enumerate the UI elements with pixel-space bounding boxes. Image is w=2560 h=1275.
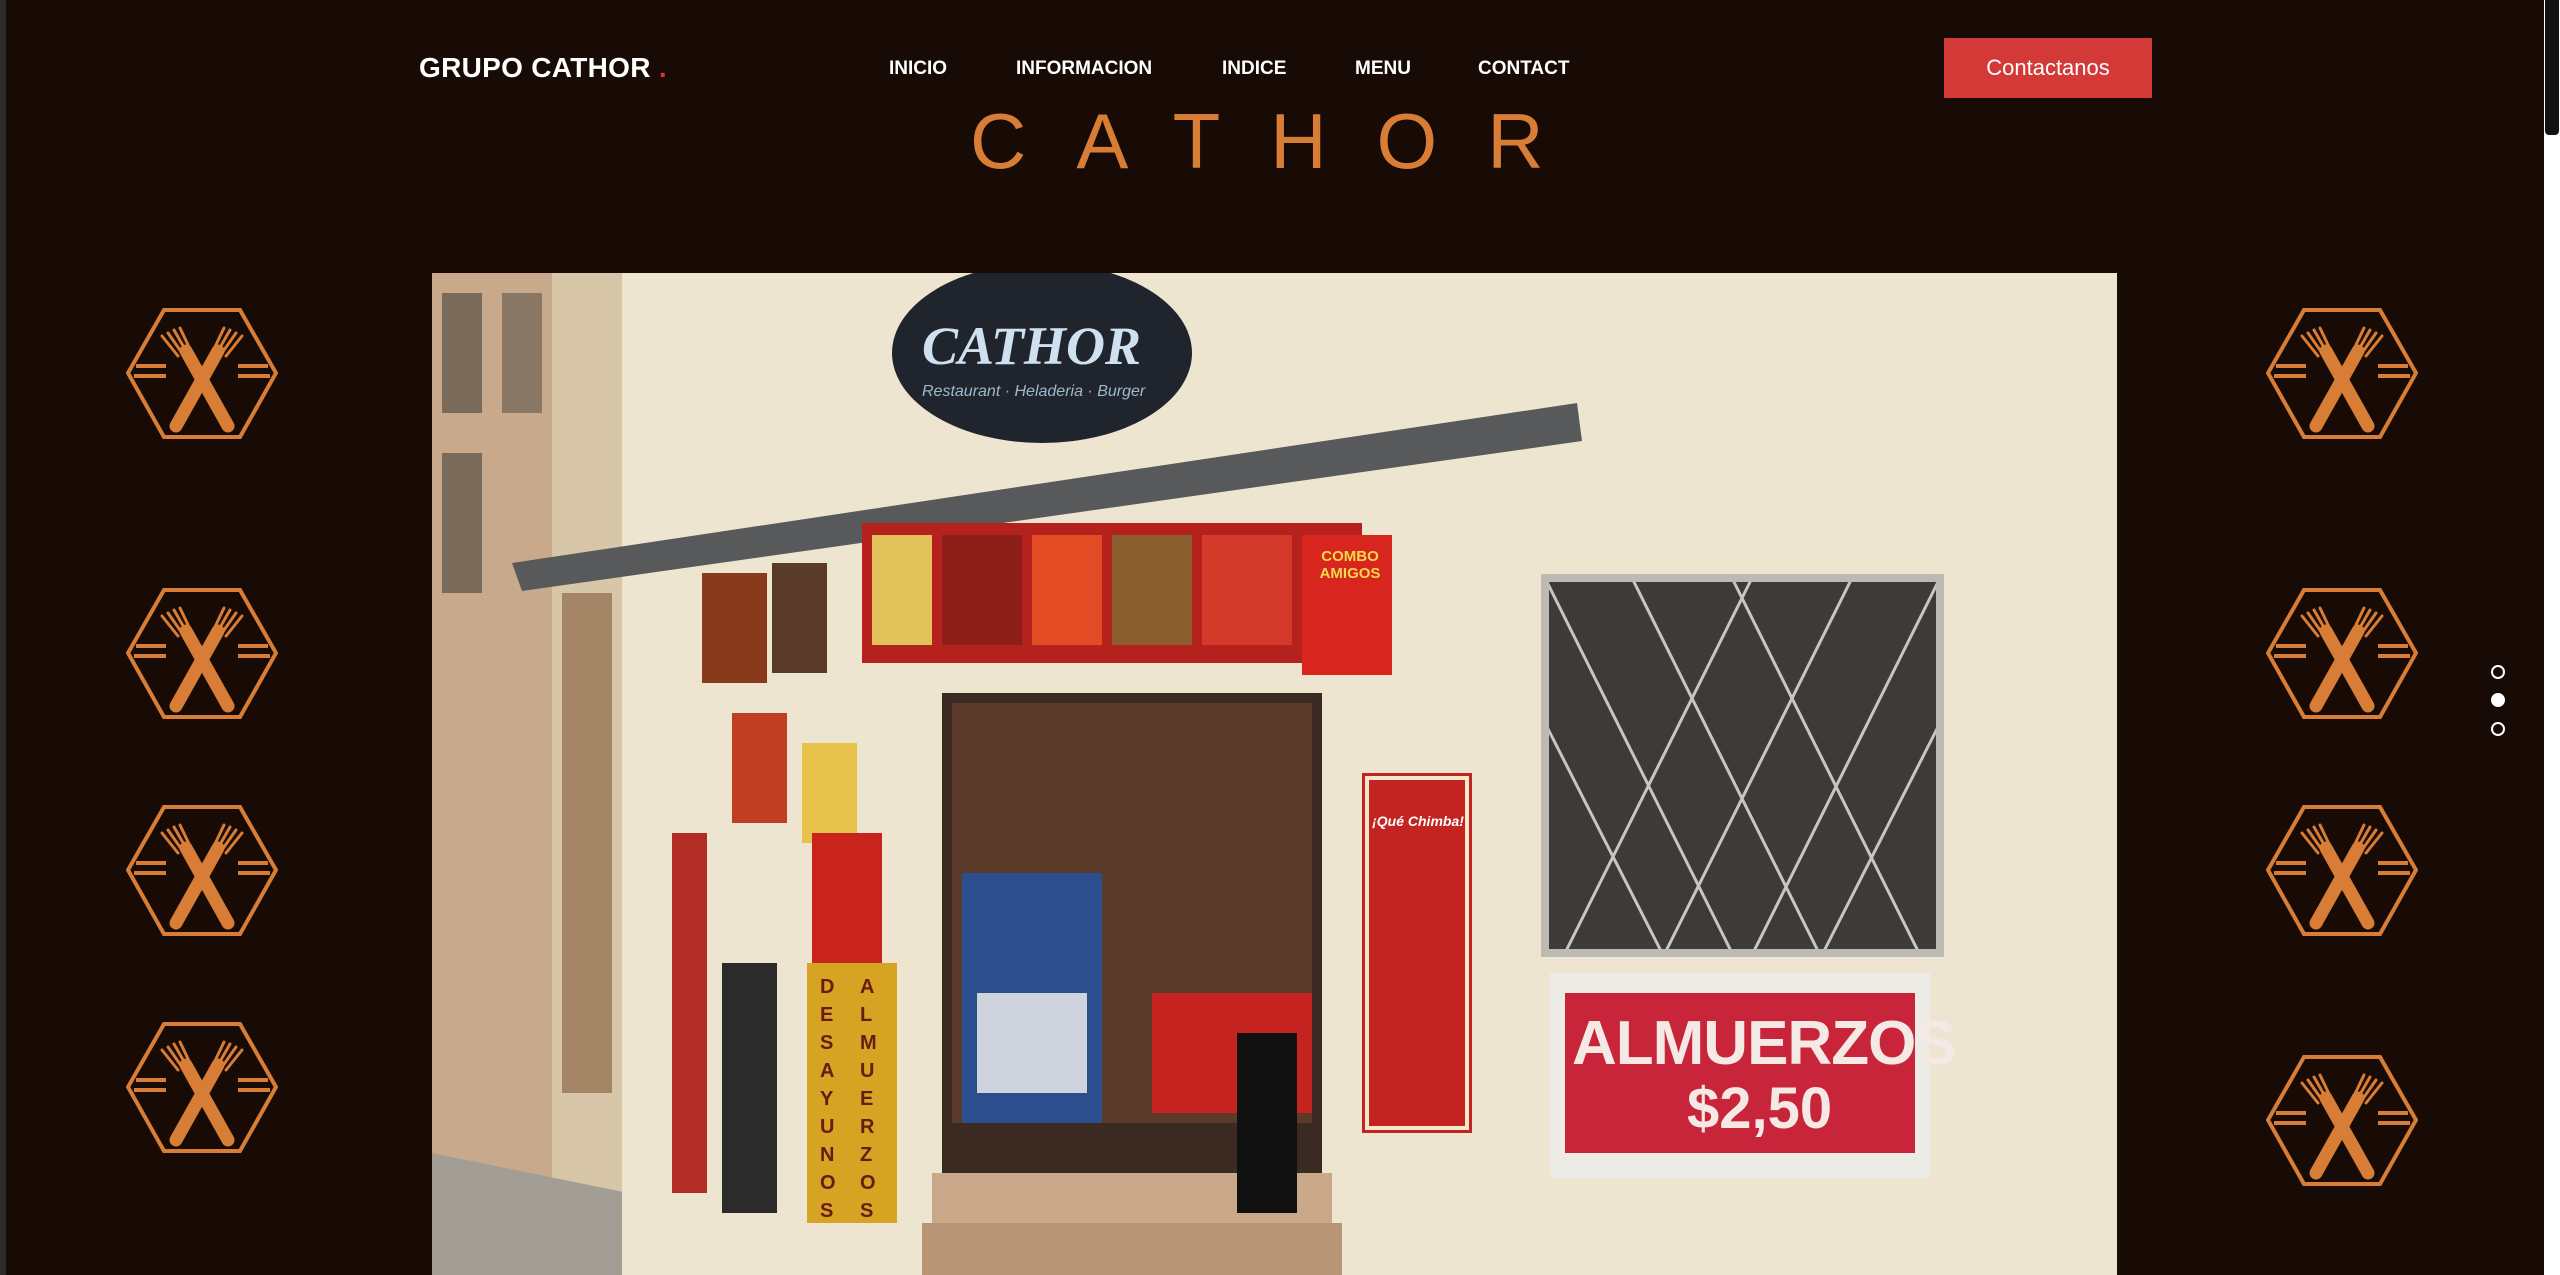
brand-title: CATHOR <box>970 97 1594 185</box>
nav-informacion[interactable]: INFORMACION <box>1016 58 1152 80</box>
fork-knife-emblem-icon <box>2266 306 2418 441</box>
nav-inicio[interactable]: INICIO <box>889 58 947 80</box>
site-logo[interactable]: GRUPO CATHOR . <box>419 52 667 84</box>
store-sign-text: CATHOR <box>922 316 1142 376</box>
fork-knife-emblem-icon <box>126 306 278 441</box>
fork-knife-emblem-icon <box>126 586 278 721</box>
que-chimba-sign: ¡Qué Chimba! <box>1372 813 1464 829</box>
fork-knife-emblem-icon <box>126 1020 278 1155</box>
fork-knife-emblem-icon <box>2266 803 2418 938</box>
almuerzos-vertical-sign: ALMUERZOS <box>860 976 877 1222</box>
almuerzos-banner-text: ALMUERZOS <box>1572 1009 1957 1078</box>
nav-contact[interactable]: CONTACT <box>1478 58 1569 80</box>
left-edge <box>0 0 6 1275</box>
fork-knife-emblem-icon <box>2266 586 2418 721</box>
carousel-dot-1[interactable] <box>2491 665 2505 679</box>
storefront-photo: CATHOR Restaurant · Heladeria · Burger A… <box>432 273 2117 1275</box>
carousel-dot-2[interactable] <box>2491 693 2505 707</box>
scrollbar-thumb[interactable] <box>2545 0 2559 135</box>
fork-knife-emblem-icon <box>2266 1053 2418 1188</box>
scrollbar-track[interactable] <box>2544 0 2560 1275</box>
store-sign-subtext: Restaurant · Heladeria · Burger <box>922 383 1146 400</box>
logo-text: GRUPO CATHOR <box>419 52 651 83</box>
desayunos-sign: DESAYUNOS <box>820 976 836 1222</box>
carousel-dot-3[interactable] <box>2491 722 2505 736</box>
fork-knife-emblem-icon <box>126 803 278 938</box>
combo-amigos-sign: COMBO AMIGOS <box>1319 548 1381 582</box>
logo-dot: . <box>658 52 667 83</box>
contact-button[interactable]: Contactanos <box>1944 38 2152 98</box>
nav-indice[interactable]: INDICE <box>1222 58 1286 80</box>
almuerzos-price: $2,50 <box>1687 1076 1833 1141</box>
nav-menu[interactable]: MENU <box>1355 58 1411 80</box>
